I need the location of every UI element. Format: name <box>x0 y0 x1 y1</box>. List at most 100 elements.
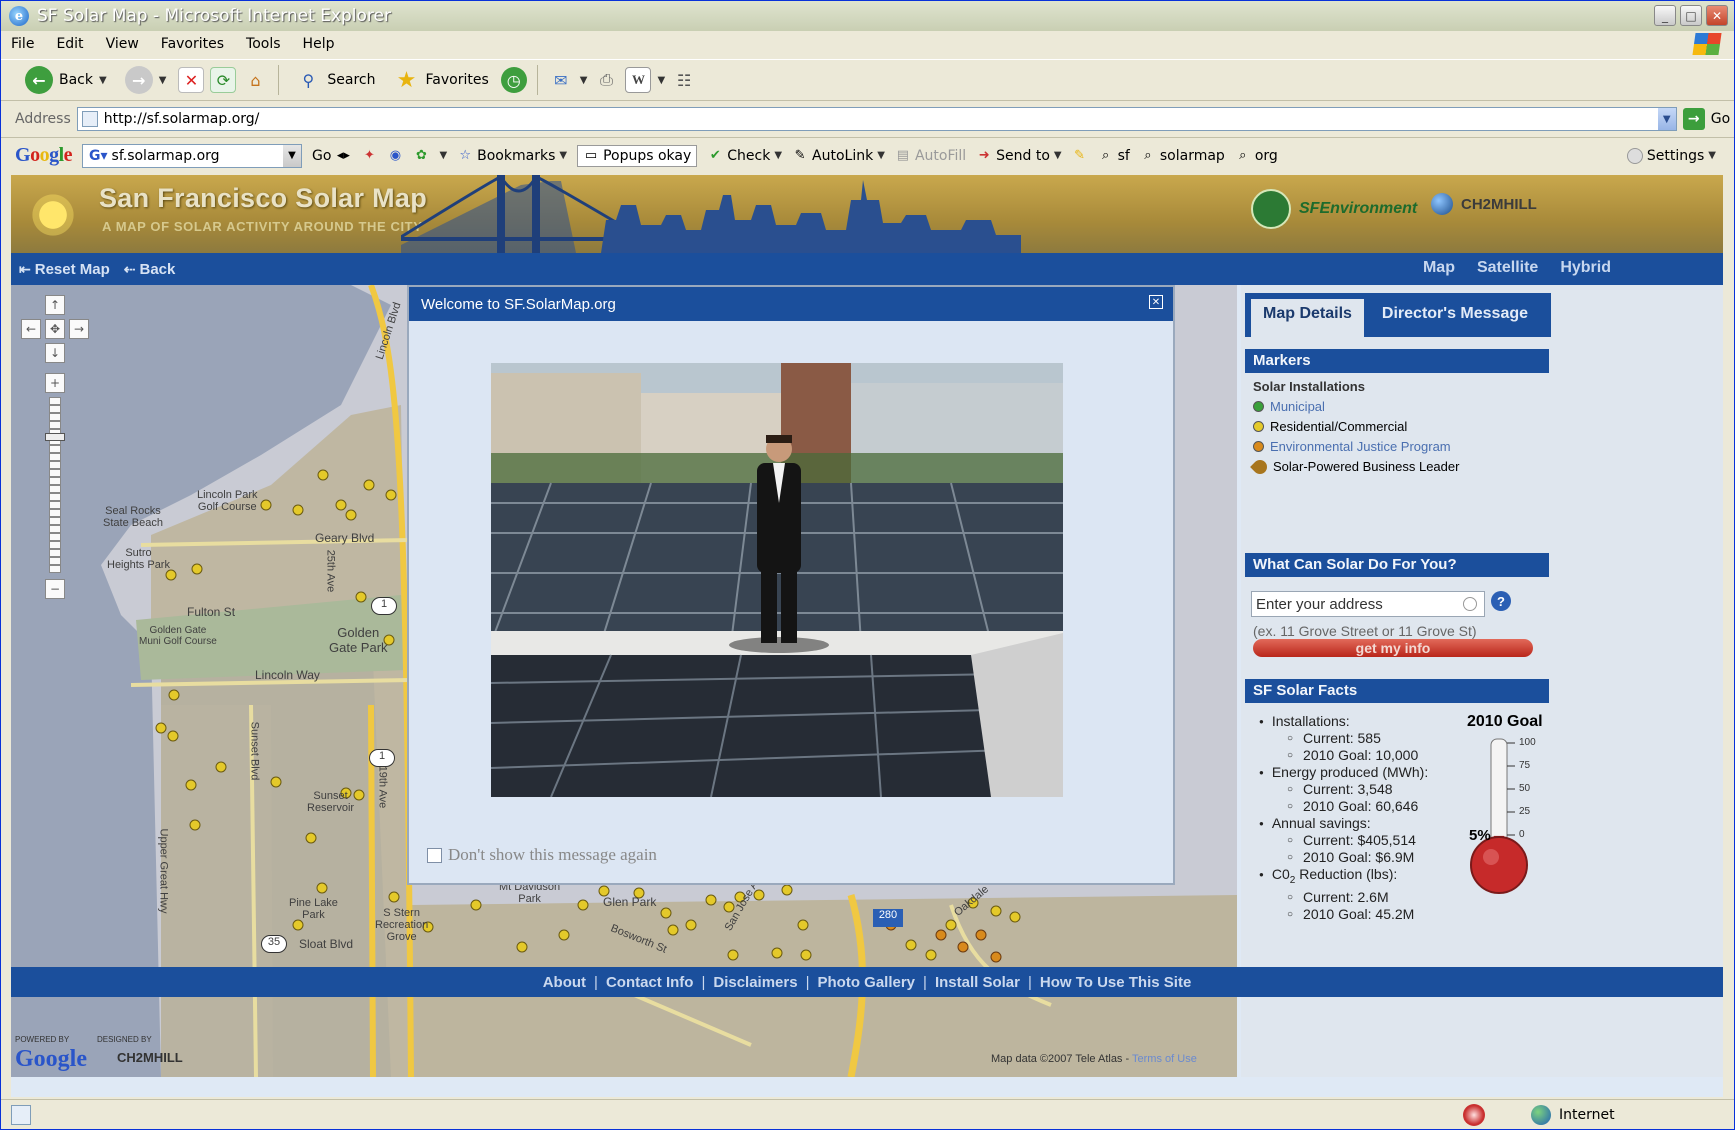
zoom-slider-handle[interactable] <box>45 433 65 441</box>
settings-button[interactable]: Settings ▼ <box>1626 147 1716 164</box>
bookmarks-button[interactable]: ☆ Bookmarks ▼ <box>457 148 567 164</box>
dropdown-arrow-icon[interactable]: ▼ <box>439 150 447 161</box>
terms-link[interactable]: Terms of Use <box>1132 1053 1197 1065</box>
autolink-button[interactable]: ✎ AutoLink ▼ <box>792 148 885 164</box>
footer-install-solar[interactable]: Install Solar <box>935 974 1020 991</box>
security-zone[interactable]: Internet <box>1531 1105 1615 1125</box>
zoom-in-icon[interactable]: + <box>45 373 65 393</box>
legend-business-leader[interactable]: Solar-Powered Business Leader <box>1250 456 1459 477</box>
menu-help[interactable]: Help <box>303 36 335 52</box>
home-icon[interactable]: ⌂ <box>242 67 268 93</box>
menu-edit[interactable]: Edit <box>56 36 83 52</box>
fact-label: C02 Reduction (lbs): <box>1272 866 1397 889</box>
map-type-map[interactable]: Map <box>1423 259 1455 277</box>
messenger-icon[interactable]: ☷ <box>671 67 697 93</box>
menu-view[interactable]: View <box>106 36 139 52</box>
dropdown-arrow-icon[interactable]: ▼ <box>99 75 107 86</box>
term-org[interactable]: ⌕ org <box>1235 148 1278 164</box>
google-search-input[interactable]: G▾ sf.solarmap.org ▼ <box>82 143 303 168</box>
tab-directors-message[interactable]: Director's Message <box>1370 299 1540 337</box>
zoom-out-icon[interactable]: − <box>45 579 65 599</box>
google-go-button[interactable]: Go ◂▸ <box>312 148 351 164</box>
edit-word-icon[interactable]: W <box>625 67 652 93</box>
back-label: Back <box>59 72 93 88</box>
footer-contact[interactable]: Contact Info <box>606 974 694 991</box>
address-lookup-input[interactable]: Enter your address <box>1251 591 1485 617</box>
footer-how-to[interactable]: How To Use This Site <box>1040 974 1191 991</box>
pan-down-icon[interactable]: ↓ <box>45 343 65 363</box>
tab-map-details[interactable]: Map Details <box>1251 299 1364 337</box>
dont-show-label: Don't show this message again <box>448 845 657 864</box>
legend-residential[interactable]: Residential/Commercial <box>1253 419 1407 434</box>
fact-value: 2010 Goal: 45.2M <box>1303 905 1415 922</box>
clear-input-icon[interactable] <box>1463 597 1477 611</box>
map-label-pine-lake: Pine Lake Park <box>289 897 338 921</box>
go-button[interactable]: → Go <box>1682 108 1730 130</box>
term-sf[interactable]: ⌕ sf <box>1098 148 1130 164</box>
reset-map-link[interactable]: ⇤ Reset Map <box>19 261 110 278</box>
legend-ej-program[interactable]: Environmental Justice Program <box>1253 439 1451 454</box>
footer-photo-gallery[interactable]: Photo Gallery <box>818 974 916 991</box>
dialog-close-icon[interactable]: ✕ <box>1149 295 1163 309</box>
google-query: sf.solarmap.org <box>111 147 220 164</box>
fact-value: 2010 Goal: 10,000 <box>1303 747 1419 763</box>
dont-show-checkbox[interactable] <box>427 847 442 863</box>
minimize-button[interactable]: _ <box>1654 5 1676 26</box>
menu-tools[interactable]: Tools <box>246 36 281 52</box>
pagerank-icon[interactable]: ◉ <box>387 148 403 164</box>
close-button[interactable]: ✕ <box>1706 5 1728 26</box>
dont-show-again[interactable]: Don't show this message again <box>427 845 657 865</box>
popups-button[interactable]: ▭ Popups okay <box>577 144 698 167</box>
map-type-hybrid[interactable]: Hybrid <box>1560 259 1611 277</box>
history-icon[interactable]: ◷ <box>500 67 527 93</box>
address-dropdown-icon[interactable]: ▼ <box>1657 108 1676 130</box>
dropdown-arrow-icon[interactable]: ▼ <box>159 75 167 86</box>
pan-up-icon[interactable]: ↑ <box>45 295 65 315</box>
spellcheck-button[interactable]: ✔ Check ▼ <box>707 148 782 164</box>
google-logo[interactable]: Google <box>15 144 73 167</box>
address-input[interactable]: http://sf.solarmap.org/ ▼ <box>76 107 1677 131</box>
security-icon[interactable] <box>1463 1104 1485 1126</box>
dropdown-arrow-icon[interactable]: ▼ <box>580 75 588 86</box>
back-link[interactable]: ⇠ Back <box>124 261 176 278</box>
footer-disclaimers[interactable]: Disclaimers <box>713 974 797 991</box>
highlight-icon[interactable]: ✎ <box>1072 148 1088 164</box>
autofill-button[interactable]: ▤ AutoFill <box>895 148 966 164</box>
favorites-button[interactable]: ★ Favorites <box>388 63 495 97</box>
pan-center-icon[interactable]: ✥ <box>45 319 65 339</box>
search-button[interactable]: ⚲ Search <box>289 63 381 97</box>
term-label: solarmap <box>1159 147 1225 164</box>
site-footer: About | Contact Info | Disclaimers | Photo … <box>11 967 1723 997</box>
maximize-button[interactable]: □ <box>1680 5 1702 26</box>
pan-right-icon[interactable]: → <box>69 319 89 339</box>
back-button[interactable]: ← Back ▼ <box>19 62 113 98</box>
pan-left-icon[interactable]: ← <box>21 319 41 339</box>
dropdown-arrow-icon[interactable]: ▼ <box>657 75 665 86</box>
google-map-logo[interactable]: Google <box>15 1046 87 1073</box>
footer-about[interactable]: About <box>543 974 586 991</box>
find-icon: ⌕ <box>1144 148 1152 163</box>
news-icon[interactable]: ✦ <box>361 148 377 164</box>
ch2mhill-logo[interactable]: CH2MHILL <box>1431 193 1537 215</box>
map-type-satellite[interactable]: Satellite <box>1477 259 1538 277</box>
get-my-info-button[interactable]: get my info <box>1253 639 1533 657</box>
mail-icon[interactable]: ✉ <box>548 67 574 93</box>
refresh-icon[interactable]: ⟳ <box>210 67 237 93</box>
query-dropdown-icon[interactable]: ▼ <box>283 144 302 167</box>
menu-favorites[interactable]: Favorites <box>161 36 224 52</box>
term-solarmap[interactable]: ⌕ solarmap <box>1140 148 1225 164</box>
buttons-icon[interactable]: ✿ <box>413 148 429 164</box>
print-icon[interactable]: ⎙ <box>593 67 619 93</box>
forward-button[interactable]: → ▼ <box>119 62 173 98</box>
legend-municipal[interactable]: Municipal <box>1253 399 1325 414</box>
map-label-golden-gate-park: Golden Gate Park <box>329 625 388 655</box>
stop-icon[interactable]: ✕ <box>178 67 205 93</box>
welcome-video[interactable] <box>491 363 1063 797</box>
zoom-slider[interactable] <box>49 397 61 573</box>
sendto-button[interactable]: ➜ Send to ▼ <box>976 148 1062 164</box>
sfenvironment-logo[interactable]: SFEnvironment <box>1251 189 1417 229</box>
orange-dot-icon <box>1253 441 1264 452</box>
menu-file[interactable]: File <box>11 36 34 52</box>
map-label-fulton: Fulton St <box>187 605 236 619</box>
help-icon[interactable]: ? <box>1491 591 1511 611</box>
